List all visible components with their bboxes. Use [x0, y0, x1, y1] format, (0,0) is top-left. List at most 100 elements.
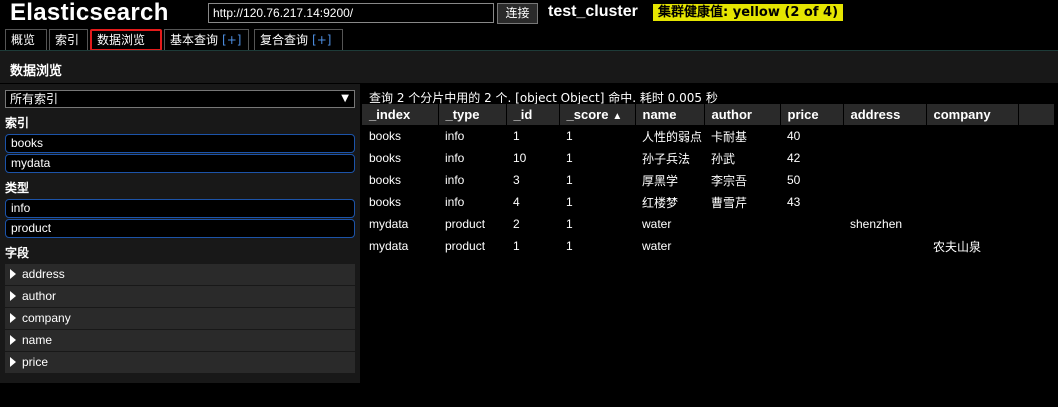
column-header-id[interactable]: _id	[506, 104, 560, 125]
column-header-author[interactable]: author	[704, 104, 781, 125]
cell-price: 42	[787, 151, 801, 165]
cell-address	[843, 169, 926, 191]
table-row[interactable]: mydata product 1 1 water 农夫山泉	[362, 235, 1054, 257]
table-row[interactable]: books info 3 1 厚黑学 李宗吾 50	[362, 169, 1054, 191]
cell-index: books	[369, 129, 402, 143]
app-title: Elasticsearch	[10, 0, 169, 26]
cell-author: 李宗吾	[711, 173, 748, 188]
field-item-address[interactable]: address	[5, 264, 355, 285]
connect-button[interactable]: 连接	[497, 3, 538, 24]
type-filter-info[interactable]: info	[5, 199, 355, 218]
cell-score: 1	[566, 239, 573, 253]
cell-address	[843, 147, 926, 169]
field-item-name[interactable]: name	[5, 330, 355, 351]
cell-index: books	[369, 151, 402, 165]
cell-index: books	[369, 195, 402, 209]
cell-type: info	[445, 195, 465, 209]
cell-score: 1	[566, 217, 573, 231]
column-header-blank	[1018, 104, 1055, 125]
field-item-price[interactable]: price	[5, 352, 355, 373]
cluster-name: test_cluster	[548, 3, 638, 20]
filter-sidebar: 所有索引 ▼ 索引 books mydata 类型 info product 字…	[0, 84, 360, 383]
cell-name: water	[642, 239, 672, 253]
table-row[interactable]: books info 1 1 人性的弱点 卡耐基 40	[362, 125, 1054, 147]
cell-name: 孙子兵法	[642, 151, 691, 166]
types-label: 类型	[5, 181, 30, 195]
expand-arrow-icon	[10, 291, 16, 301]
dropdown-arrow-icon: ▼	[341, 93, 349, 104]
cell-price: 40	[787, 129, 801, 143]
tab-compound-query[interactable]: 复合查询 [+]	[254, 29, 343, 51]
add-basic-query-icon[interactable]: [+]	[222, 33, 241, 47]
cell-price	[780, 213, 843, 235]
column-header-index[interactable]: _index	[362, 104, 439, 125]
cell-type: info	[445, 129, 465, 143]
cell-score: 1	[566, 129, 573, 143]
cell-score: 1	[566, 173, 573, 187]
tab-basic-query[interactable]: 基本查询 [+]	[164, 29, 249, 51]
fields-label: 字段	[5, 246, 30, 260]
cluster-url-input[interactable]	[208, 3, 494, 23]
index-filter-books[interactable]: books	[5, 134, 355, 153]
cell-company	[926, 213, 1018, 235]
column-header-score[interactable]: _score ▲	[559, 104, 636, 125]
cell-score: 1	[566, 151, 573, 165]
results-panel: 查询 2 个分片中用的 2 个. [object Object] 命中. 耗时 …	[362, 84, 1058, 407]
cell-type: info	[445, 173, 465, 187]
cell-type: product	[445, 239, 486, 253]
cell-company	[926, 125, 1018, 147]
table-row[interactable]: books info 4 1 红楼梦 曹雪芹 43	[362, 191, 1054, 213]
cell-name: 红楼梦	[642, 195, 679, 210]
column-header-company[interactable]: company	[926, 104, 1019, 125]
cell-id: 4	[513, 195, 520, 209]
cell-type: product	[445, 217, 486, 231]
cell-company: 农夫山泉	[933, 239, 982, 254]
cell-name: 厚黑学	[642, 173, 679, 188]
cell-author: 曹雪芹	[711, 195, 748, 210]
cell-type: info	[445, 151, 465, 165]
tab-overview[interactable]: 概览	[5, 29, 47, 51]
cell-name: 人性的弱点	[642, 129, 703, 144]
page-title: 数据浏览	[10, 64, 63, 79]
cell-company	[926, 191, 1018, 213]
sort-ascending-icon: ▲	[612, 111, 623, 122]
cell-address: shenzhen	[850, 217, 903, 231]
field-item-author[interactable]: author	[5, 286, 355, 307]
cell-author	[704, 235, 780, 257]
cell-name: water	[642, 217, 672, 231]
expand-arrow-icon	[10, 357, 16, 367]
cell-author: 卡耐基	[711, 129, 748, 144]
cell-author	[704, 213, 780, 235]
cell-company	[926, 147, 1018, 169]
index-select[interactable]: 所有索引 ▼	[5, 90, 355, 108]
type-filter-product[interactable]: product	[5, 219, 355, 238]
table-row[interactable]: mydata product 2 1 water shenzhen	[362, 213, 1054, 235]
cell-company	[926, 169, 1018, 191]
cell-price: 43	[787, 195, 801, 209]
tab-data-browser[interactable]: 数据浏览	[90, 29, 162, 51]
field-item-company[interactable]: company	[5, 308, 355, 329]
cell-id: 1	[513, 239, 520, 253]
column-header-name[interactable]: name	[635, 104, 705, 125]
expand-arrow-icon	[10, 313, 16, 323]
cell-id: 3	[513, 173, 520, 187]
cell-id: 10	[513, 151, 527, 165]
cell-score: 1	[566, 195, 573, 209]
table-row[interactable]: books info 10 1 孙子兵法 孙武 42	[362, 147, 1054, 169]
section-header: 数据浏览	[0, 50, 1058, 83]
column-header-address[interactable]: address	[843, 104, 927, 125]
cell-id: 1	[513, 129, 520, 143]
column-header-type[interactable]: _type	[438, 104, 507, 125]
cell-id: 2	[513, 217, 520, 231]
column-header-price[interactable]: price	[780, 104, 844, 125]
tab-indices[interactable]: 索引	[49, 29, 88, 51]
cell-author: 孙武	[711, 151, 736, 166]
cluster-health-badge: 集群健康值: yellow (2 of 4)	[653, 4, 844, 21]
cell-address	[843, 191, 926, 213]
index-filter-mydata[interactable]: mydata	[5, 154, 355, 173]
cell-address	[843, 125, 926, 147]
add-compound-query-icon[interactable]: [+]	[312, 33, 331, 47]
cell-index: mydata	[369, 239, 409, 253]
cell-index: mydata	[369, 217, 409, 231]
cell-index: books	[369, 173, 402, 187]
